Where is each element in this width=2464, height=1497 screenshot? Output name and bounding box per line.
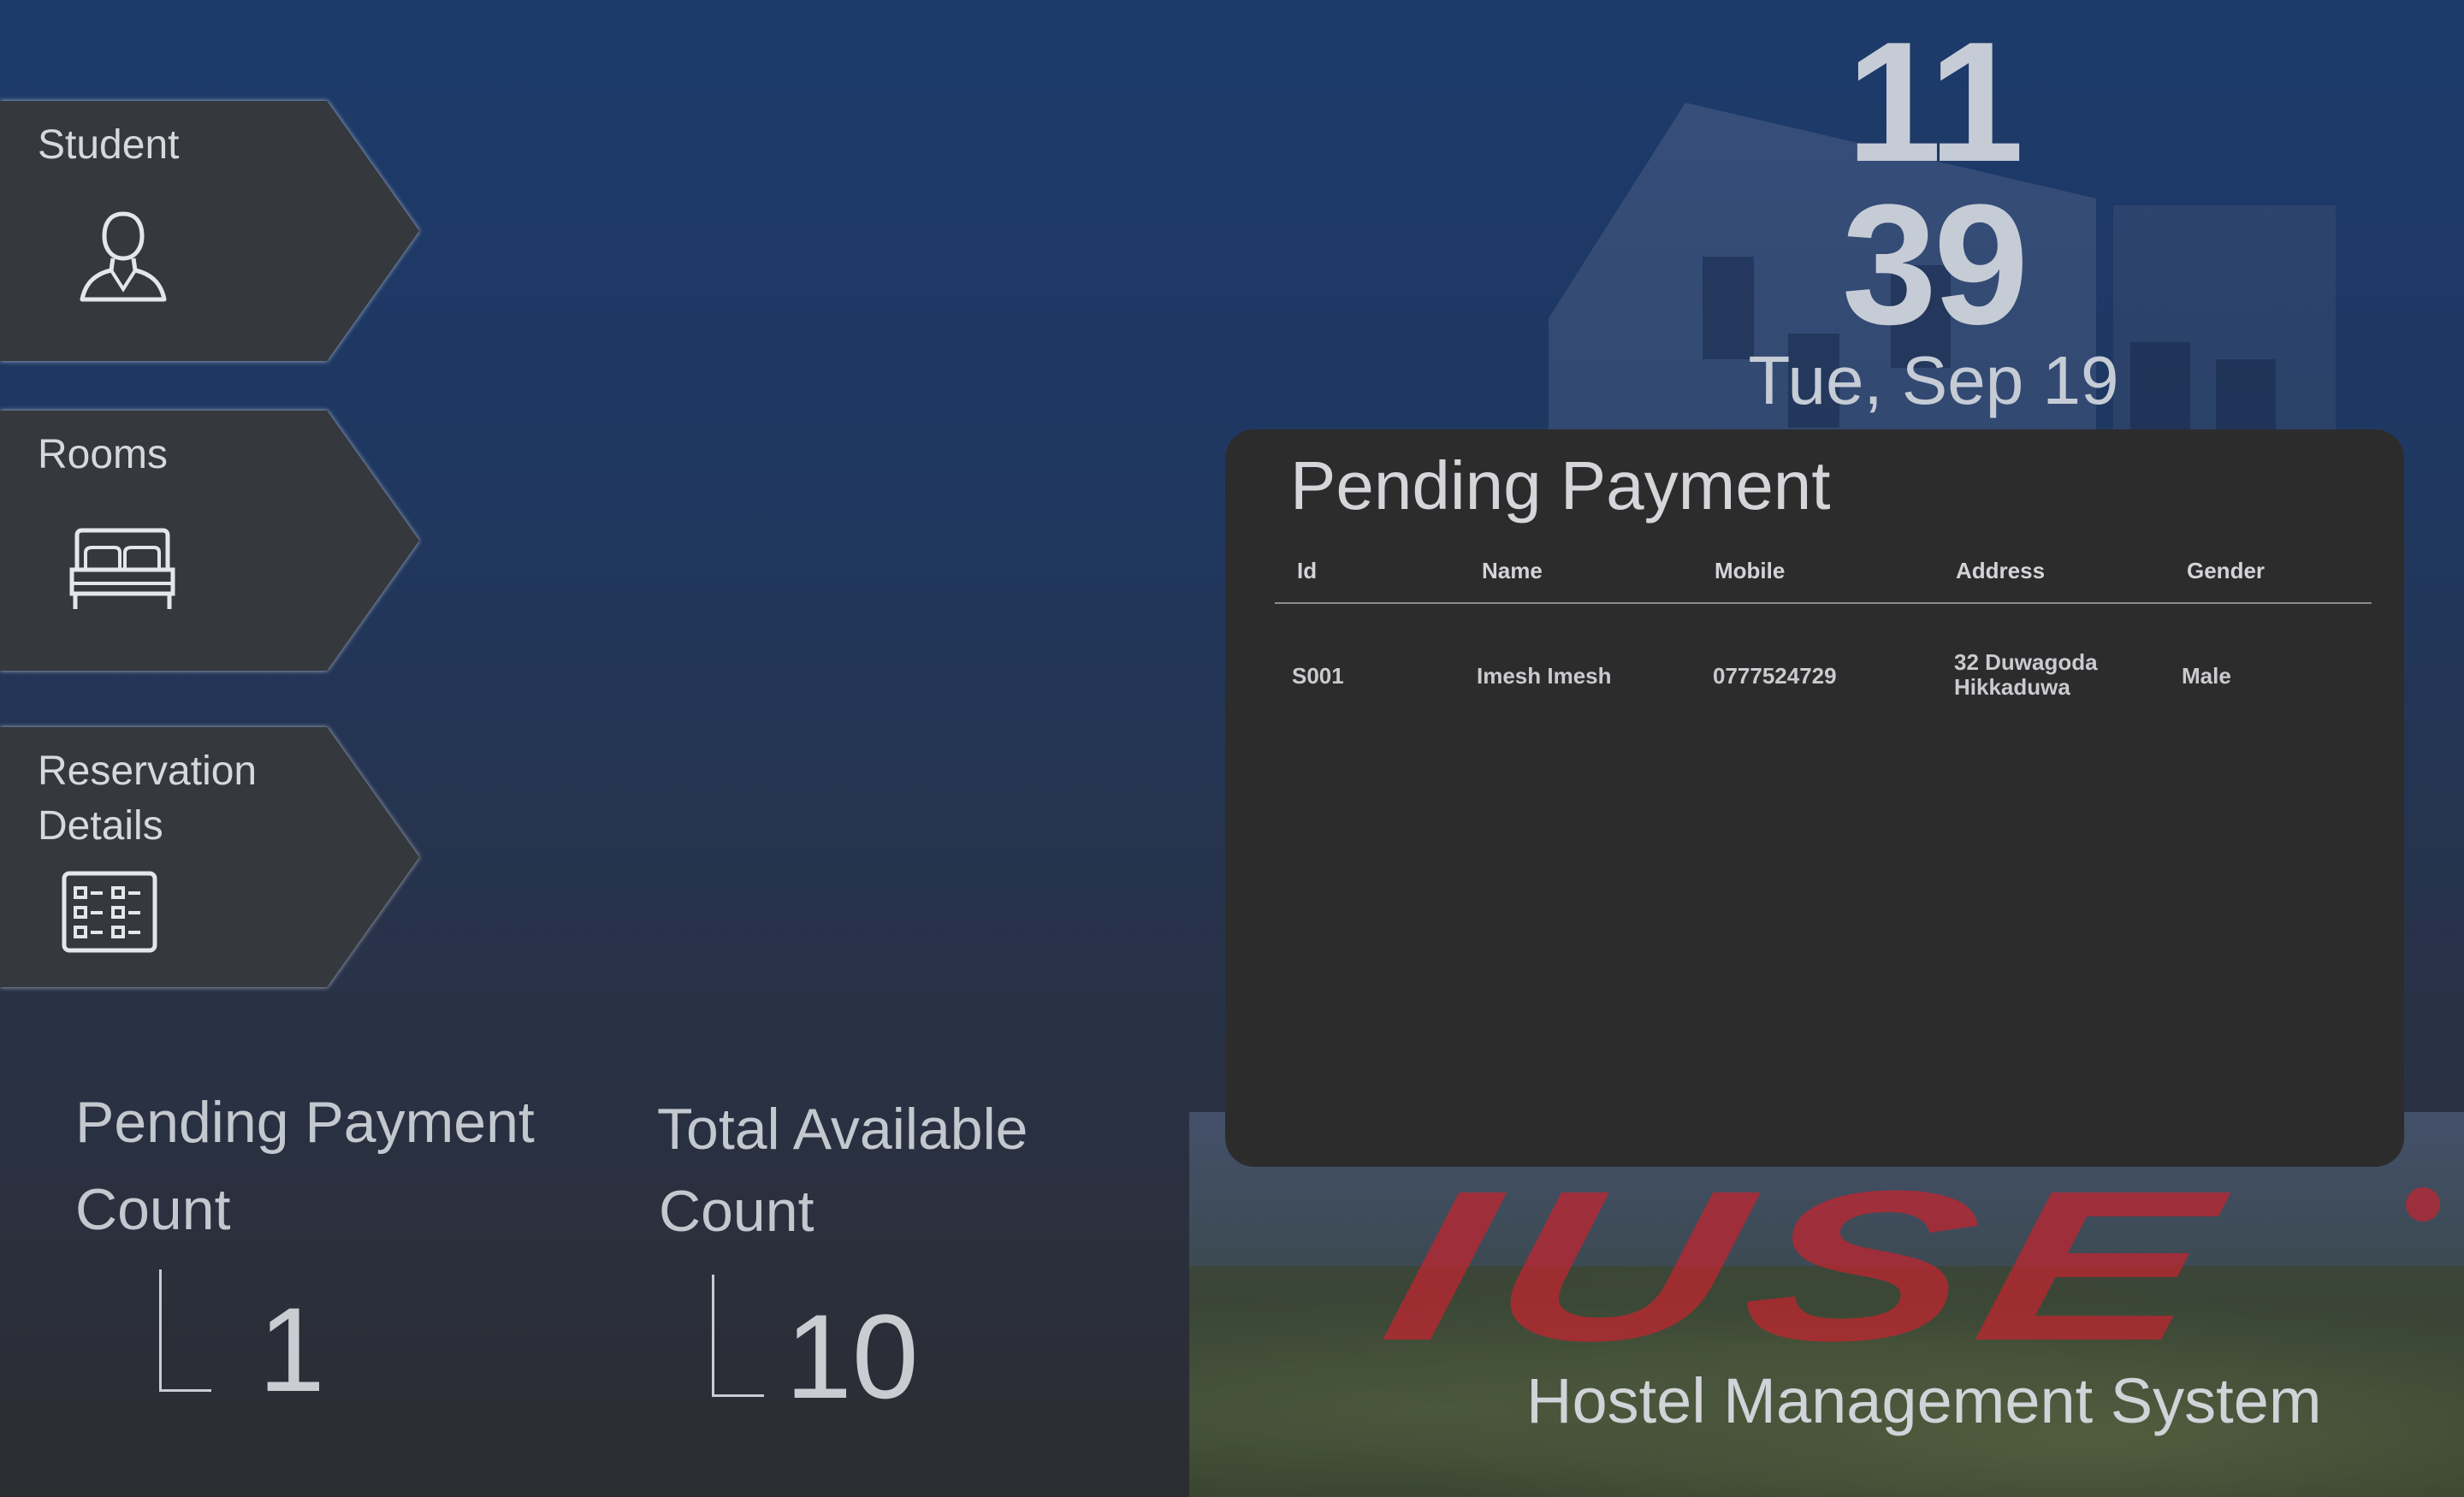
pending-payment-panel: Pending Payment Id Name Mobile Address G… xyxy=(1225,429,2404,1167)
nav-card-student[interactable]: Student xyxy=(0,101,419,361)
column-header-id[interactable]: Id xyxy=(1297,558,1317,584)
cell-mobile: 0777524729 xyxy=(1713,663,1837,689)
nav-card-rooms[interactable]: Rooms xyxy=(0,411,419,671)
clock-widget: 11 39 Tue, Sep 19 xyxy=(1749,7,2119,419)
clock-date: Tue, Sep 19 xyxy=(1748,342,2119,418)
column-header-name[interactable]: Name xyxy=(1482,558,1543,584)
person-outline-icon xyxy=(80,211,167,302)
available-count-bracket xyxy=(712,1275,764,1397)
pending-count-title-line1: Pending Payment xyxy=(75,1090,535,1155)
nav-card-reservation-details[interactable]: Reservation Details xyxy=(0,727,419,987)
cell-gender: Male xyxy=(2182,663,2231,689)
available-count-title-line2: Count xyxy=(659,1179,814,1244)
bed-icon xyxy=(69,528,175,609)
column-header-address[interactable]: Address xyxy=(1956,558,2045,584)
list-details-icon xyxy=(62,871,157,953)
pending-count-title-line2: Count xyxy=(75,1177,231,1242)
table-header: Id Name Mobile Address Gender xyxy=(1275,558,2372,604)
iuse-logo: IUSE xyxy=(1366,1146,2247,1385)
column-header-gender[interactable]: Gender xyxy=(2187,558,2265,584)
app-subtitle: Hostel Management System xyxy=(1526,1365,2322,1436)
pending-count-bracket xyxy=(159,1269,211,1392)
cell-name: Imesh Imesh xyxy=(1477,663,1612,689)
column-header-mobile[interactable]: Mobile xyxy=(1715,558,1785,584)
nav-card-reservation-label: Reservation Details xyxy=(38,748,258,849)
table-row[interactable]: S001 Imesh Imesh 0777524729 32 Duwagoda … xyxy=(1275,643,2372,712)
registered-mark-icon xyxy=(2406,1187,2440,1222)
nav-card-student-label: Student xyxy=(38,122,180,168)
clock-hour: 11 xyxy=(1846,7,2023,198)
available-count-value: 10 xyxy=(785,1289,919,1423)
pending-count-value: 1 xyxy=(258,1282,325,1417)
cell-id: S001 xyxy=(1292,663,1344,689)
cell-address-line2: Hikkaduwa xyxy=(1954,674,2070,700)
panel-title: Pending Payment xyxy=(1290,447,1831,524)
clock-minute: 39 xyxy=(1841,169,2029,360)
cell-address-line1: 32 Duwagoda xyxy=(1954,649,2098,675)
nav-card-rooms-label: Rooms xyxy=(38,432,169,477)
available-count-title-line1: Total Available xyxy=(657,1097,1028,1162)
